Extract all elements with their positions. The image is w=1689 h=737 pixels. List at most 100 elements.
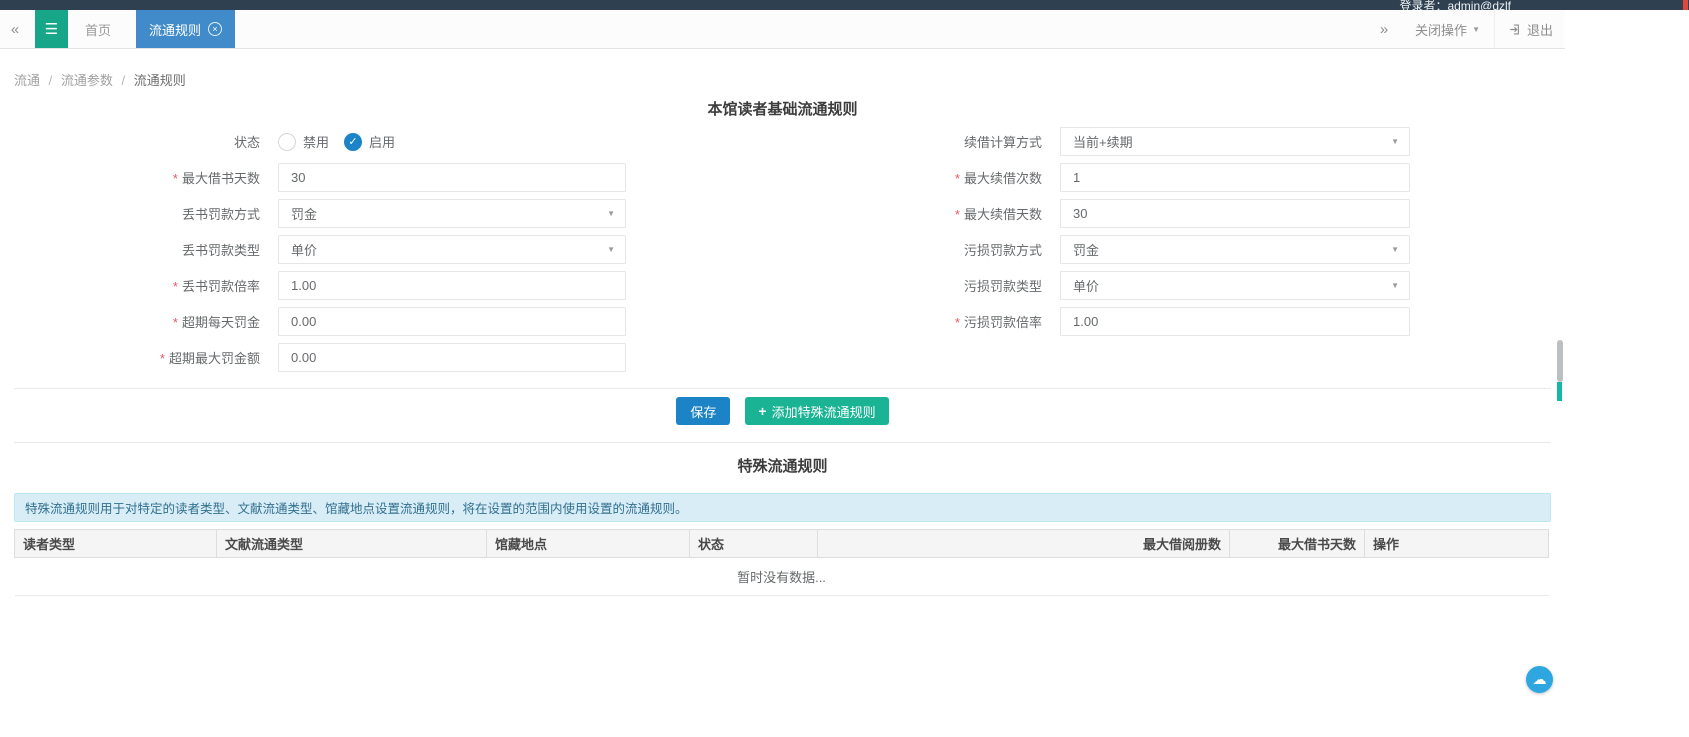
field-label: *丢书罚款倍率 <box>0 276 260 295</box>
status-row: 状态 禁用 ✓ 启用 <box>0 127 782 156</box>
renew-calc-method-select[interactable]: 当前+续期 ▼ <box>1060 127 1410 156</box>
overdue-daily-fine-row: *超期每天罚金 <box>0 307 782 336</box>
required-mark: * <box>173 171 178 186</box>
max-borrow-days-input[interactable] <box>278 163 626 192</box>
field-label-text: 超期每天罚金 <box>182 315 260 330</box>
close-operations-label: 关闭操作 <box>1415 20 1467 39</box>
select-value: 单价 <box>291 240 317 259</box>
select-value: 罚金 <box>1073 240 1099 259</box>
overdue-max-fine-row: * 超期最大罚金额 <box>0 343 782 372</box>
field-label-text: 污损罚款方式 <box>964 243 1042 258</box>
max-renew-days-input[interactable] <box>1060 199 1410 228</box>
tab-bar: « ☰ 首页 流通规则 × » 关闭操作 ▼ 退出 <box>0 10 1565 49</box>
field-label: * 最大续借天数 <box>782 204 1042 223</box>
radio-label: 启用 <box>369 132 395 151</box>
required-mark: * <box>955 207 960 222</box>
lost-fine-type-row: 丢书罚款类型 单价 ▼ <box>0 235 782 264</box>
field-label-text: 丢书罚款方式 <box>182 207 260 222</box>
breadcrumb-item-circulation-params[interactable]: 流通参数 <box>61 73 113 88</box>
max-renew-times-row: * 最大续借次数 <box>782 163 1564 192</box>
field-label: *超期每天罚金 <box>0 312 260 331</box>
field-label-text: 最大续借天数 <box>964 207 1042 222</box>
required-mark: * <box>955 171 960 186</box>
select-value: 单价 <box>1073 276 1099 295</box>
add-special-rule-label: 添加特殊流通规则 <box>772 402 876 421</box>
status-radio-group: 禁用 ✓ 启用 <box>278 132 410 151</box>
breadcrumb-separator: / <box>122 73 126 88</box>
overdue-max-fine-input[interactable] <box>278 343 626 372</box>
customer-service-button[interactable]: ☁ <box>1526 666 1553 693</box>
menu-toggle-button[interactable]: ☰ <box>35 10 68 48</box>
radio-unchecked-icon <box>278 133 296 151</box>
save-button[interactable]: 保存 <box>676 397 730 425</box>
add-special-rule-button[interactable]: + 添加特殊流通规则 <box>745 397 888 425</box>
chevron-down-icon: ▼ <box>1472 25 1480 34</box>
required-mark: * <box>160 351 165 366</box>
field-label: 污损罚款类型 <box>782 276 1042 295</box>
close-tab-icon[interactable]: × <box>208 22 222 36</box>
required-mark: * <box>173 279 178 294</box>
overdue-daily-fine-input[interactable] <box>278 307 626 336</box>
status-radio-disabled[interactable]: 禁用 <box>278 132 329 151</box>
basic-rules-form: 状态 禁用 ✓ 启用 *最大借书天数 <box>0 127 1565 379</box>
logout-label: 退出 <box>1527 20 1553 39</box>
lost-fine-method-select[interactable]: 罚金 ▼ <box>278 199 626 228</box>
tab-home[interactable]: 首页 <box>68 10 128 48</box>
required-mark: * <box>955 315 960 330</box>
damage-fine-type-row: 污损罚款类型 单价 ▼ <box>782 271 1564 300</box>
tab-home-label: 首页 <box>85 20 111 39</box>
tabbar-right-controls: » 关闭操作 ▼ 退出 <box>1367 10 1565 48</box>
field-label-text: 续借计算方式 <box>964 135 1042 150</box>
logout-icon <box>1509 23 1522 36</box>
logout-button[interactable]: 退出 <box>1494 10 1565 48</box>
field-label-text: 超期最大罚金额 <box>169 351 260 366</box>
tab-circulation-rules[interactable]: 流通规则 × <box>136 10 235 48</box>
breadcrumb: 流通 / 流通参数 / 流通规则 <box>14 70 1551 89</box>
form-left-column: 状态 禁用 ✓ 启用 *最大借书天数 <box>0 127 782 379</box>
top-header-bar: 登录者：admin@dzlf <box>0 0 1689 10</box>
special-rules-table: 读者类型 文献流通类型 馆藏地点 状态 最大借阅册数 最大借书天数 操作 暂时没… <box>14 529 1549 596</box>
max-borrow-days-row: *最大借书天数 <box>0 163 782 192</box>
scroll-tabs-right-icon[interactable]: » <box>1367 10 1401 48</box>
plus-icon: + <box>758 404 766 418</box>
col-collection-location: 馆藏地点 <box>487 530 690 558</box>
damage-fine-type-select[interactable]: 单价 ▼ <box>1060 271 1410 300</box>
col-actions: 操作 <box>1365 530 1549 558</box>
field-label-text: 丢书罚款类型 <box>182 243 260 258</box>
form-right-column: 续借计算方式 当前+续期 ▼ * 最大续借次数 * 最大续借天数 <box>782 127 1564 379</box>
basic-rules-title: 本馆读者基础流通规则 <box>0 98 1565 119</box>
renew-calc-method-row: 续借计算方式 当前+续期 ▼ <box>782 127 1564 156</box>
max-renew-days-row: * 最大续借天数 <box>782 199 1564 228</box>
status-label: 状态 <box>0 132 260 151</box>
topbar-red-indicator <box>1683 0 1688 10</box>
max-renew-times-input[interactable] <box>1060 163 1410 192</box>
damage-fine-method-select[interactable]: 罚金 ▼ <box>1060 235 1410 264</box>
logged-in-user: 登录者：admin@dzlf <box>1399 0 1511 10</box>
field-label-text: 最大续借次数 <box>964 171 1042 186</box>
breadcrumb-item-circulation[interactable]: 流通 <box>14 73 40 88</box>
status-radio-enabled[interactable]: ✓ 启用 <box>344 132 395 151</box>
field-label-text: 状态 <box>234 135 260 150</box>
field-label-text: 污损罚款倍率 <box>964 315 1042 330</box>
special-rules-info-alert: 特殊流通规则用于对特定的读者类型、文献流通类型、馆藏地点设置流通规则，将在设置的… <box>14 493 1551 522</box>
cloud-icon: ☁ <box>1533 671 1547 688</box>
form-actions: 保存 + 添加特殊流通规则 <box>0 389 1565 433</box>
lost-fine-rate-input[interactable] <box>278 271 626 300</box>
special-rules-title: 特殊流通规则 <box>0 455 1565 476</box>
col-status: 状态 <box>690 530 818 558</box>
lost-fine-type-select[interactable]: 单价 ▼ <box>278 235 626 264</box>
select-value: 当前+续期 <box>1073 132 1133 151</box>
chevron-down-icon: ▼ <box>607 209 615 218</box>
damage-fine-rate-input[interactable] <box>1060 307 1410 336</box>
empty-row: 暂时没有数据... <box>15 558 1549 596</box>
chevron-down-icon: ▼ <box>1391 281 1399 290</box>
field-label: 污损罚款方式 <box>782 240 1042 259</box>
close-operations-dropdown[interactable]: 关闭操作 ▼ <box>1401 10 1494 48</box>
scrollbar-thumb[interactable] <box>1557 340 1563 382</box>
hamburger-icon: ☰ <box>45 20 58 38</box>
empty-message: 暂时没有数据... <box>15 558 1549 596</box>
scroll-tabs-left-icon[interactable]: « <box>0 10 30 48</box>
breadcrumb-separator: / <box>49 73 53 88</box>
lost-fine-rate-row: *丢书罚款倍率 <box>0 271 782 300</box>
field-label-text: 污损罚款类型 <box>964 279 1042 294</box>
